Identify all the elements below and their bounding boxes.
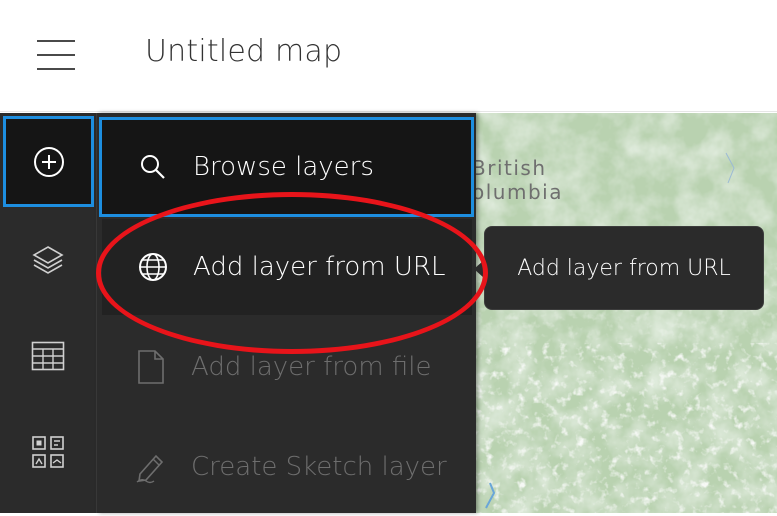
map-label-line-1: British [476, 156, 547, 180]
table-button[interactable] [0, 309, 96, 403]
file-icon [133, 349, 169, 385]
map-title[interactable]: Untitled map [145, 34, 342, 69]
left-toolbar [0, 113, 97, 513]
layers-button[interactable] [0, 213, 96, 307]
tooltip-arrow [474, 260, 484, 278]
add-layer-button[interactable] [3, 116, 94, 207]
add-layer-from-url-item[interactable]: Add layer from URL [102, 219, 472, 315]
menu-icon[interactable] [37, 38, 75, 72]
table-icon [31, 341, 65, 371]
add-layer-panel: Browse layers Add layer from URL Add lay… [97, 113, 476, 513]
create-sketch-layer-label: Create Sketch layer [191, 452, 447, 482]
tooltip: Add layer from URL [484, 226, 764, 310]
grid-apps-icon [32, 436, 64, 468]
create-sketch-layer-item: Create Sketch layer [97, 418, 476, 516]
add-layer-from-file-item: Add layer from file [97, 318, 476, 416]
widgets-button[interactable] [0, 405, 96, 499]
map-region-label: British olumbia [476, 156, 563, 204]
add-circle-icon [33, 146, 64, 177]
browse-layers-label: Browse layers [193, 152, 374, 182]
map-view[interactable]: British olumbia [476, 113, 777, 513]
globe-icon [135, 249, 171, 285]
sketch-pen-icon [133, 449, 169, 485]
add-layer-from-url-label: Add layer from URL [193, 252, 446, 282]
search-icon [135, 149, 171, 185]
browse-layers-item[interactable]: Browse layers [99, 117, 474, 217]
layers-icon [32, 246, 64, 274]
map-label-line-2: olumbia [476, 180, 563, 204]
app-header: Untitled map [0, 0, 777, 112]
add-layer-from-file-label: Add layer from file [191, 352, 432, 382]
